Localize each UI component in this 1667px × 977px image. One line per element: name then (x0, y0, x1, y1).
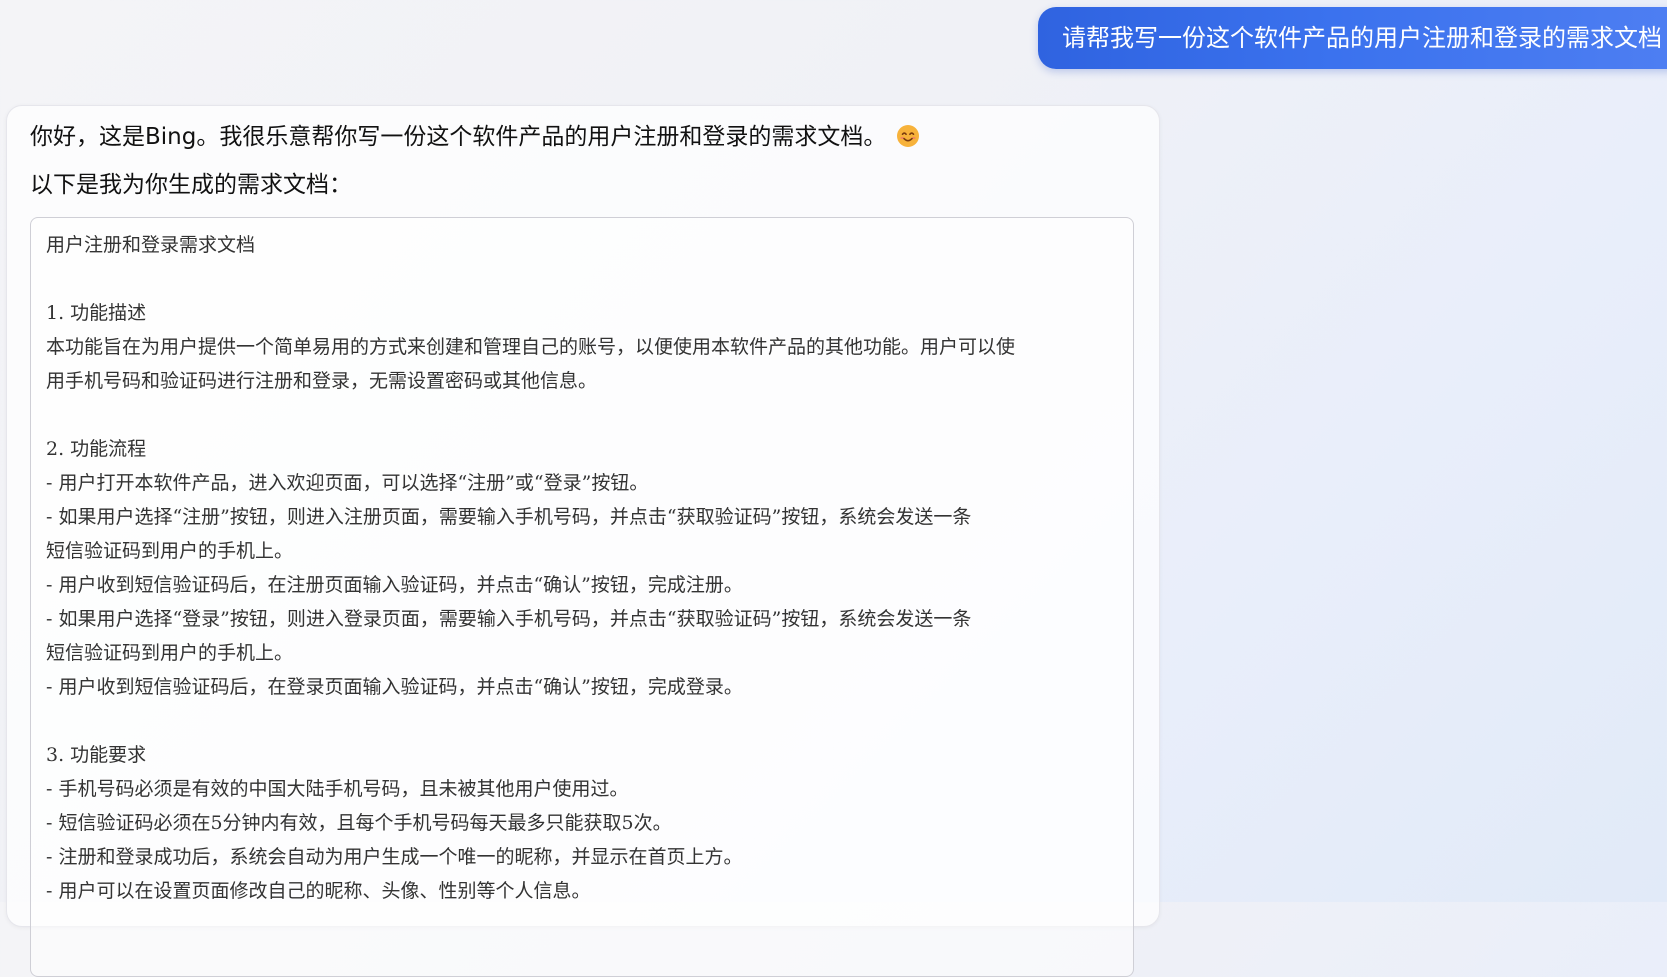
response-intro: 以下是我为你生成的需求文档： (30, 172, 352, 198)
document-line: - 如果用户选择“注册”按钮，则进入注册页面，需要输入手机号码，并点击“获取验证… (46, 506, 972, 528)
document-line: - 如果用户选择“登录”按钮，则进入登录页面，需要输入手机号码，并点击“获取验证… (46, 608, 972, 630)
document-line: - 用户收到短信验证码后，在注册页面输入验证码，并点击“确认”按钮，完成注册。 (46, 574, 743, 596)
document-line: 短信验证码到用户的手机上。 (46, 642, 294, 664)
document-code-block: 用户注册和登录需求文档 1. 功能描述本功能旨在为用户提供一个简单易用的方式来创建… (30, 217, 1134, 977)
document-line: 3. 功能要求 (46, 744, 147, 766)
document-line: 本功能旨在为用户提供一个简单易用的方式来创建和管理自己的账号，以便使用本软件产品… (46, 336, 1016, 358)
document-line: - 短信验证码必须在5分钟内有效，且每个手机号码每天最多只能获取5次。 (46, 812, 672, 834)
bot-response-card: 你好，这是Bing。我很乐意帮你写一份这个软件产品的用户注册和登录的需求文档。 … (6, 105, 1160, 977)
smiley-face-icon (897, 125, 920, 147)
document-line: - 用户可以在设置页面修改自己的昵称、头像、性别等个人信息。 (46, 880, 591, 902)
document-line: - 注册和登录成功后，系统会自动为用户生成一个唯一的昵称，并显示在首页上方。 (46, 846, 743, 868)
document-line: - 用户打开本软件产品，进入欢迎页面，可以选择“注册”或“登录”按钮。 (46, 472, 649, 494)
document-line: 短信验证码到用户的手机上。 (46, 540, 294, 562)
user-message-bubble: 请帮我写一份这个软件产品的用户注册和登录的需求文档 (1038, 7, 1667, 69)
document-line: 用手机号码和验证码进行注册和登录，无需设置密码或其他信息。 (46, 370, 598, 392)
response-greeting: 你好，这是Bing。我很乐意帮你写一份这个软件产品的用户注册和登录的需求文档。 (30, 120, 920, 154)
document-line: - 手机号码必须是有效的中国大陆手机号码，且未被其他用户使用过。 (46, 778, 629, 800)
document-line: 2. 功能流程 (46, 438, 147, 460)
greeting-text: 你好，这是Bing。我很乐意帮你写一份这个软件产品的用户注册和登录的需求文档。 (30, 124, 887, 150)
document-line: - 用户收到短信验证码后，在登录页面输入验证码，并点击“确认”按钮，完成登录。 (46, 676, 743, 698)
document-line: 用户注册和登录需求文档 (46, 234, 256, 256)
document-line: 1. 功能描述 (46, 302, 147, 324)
